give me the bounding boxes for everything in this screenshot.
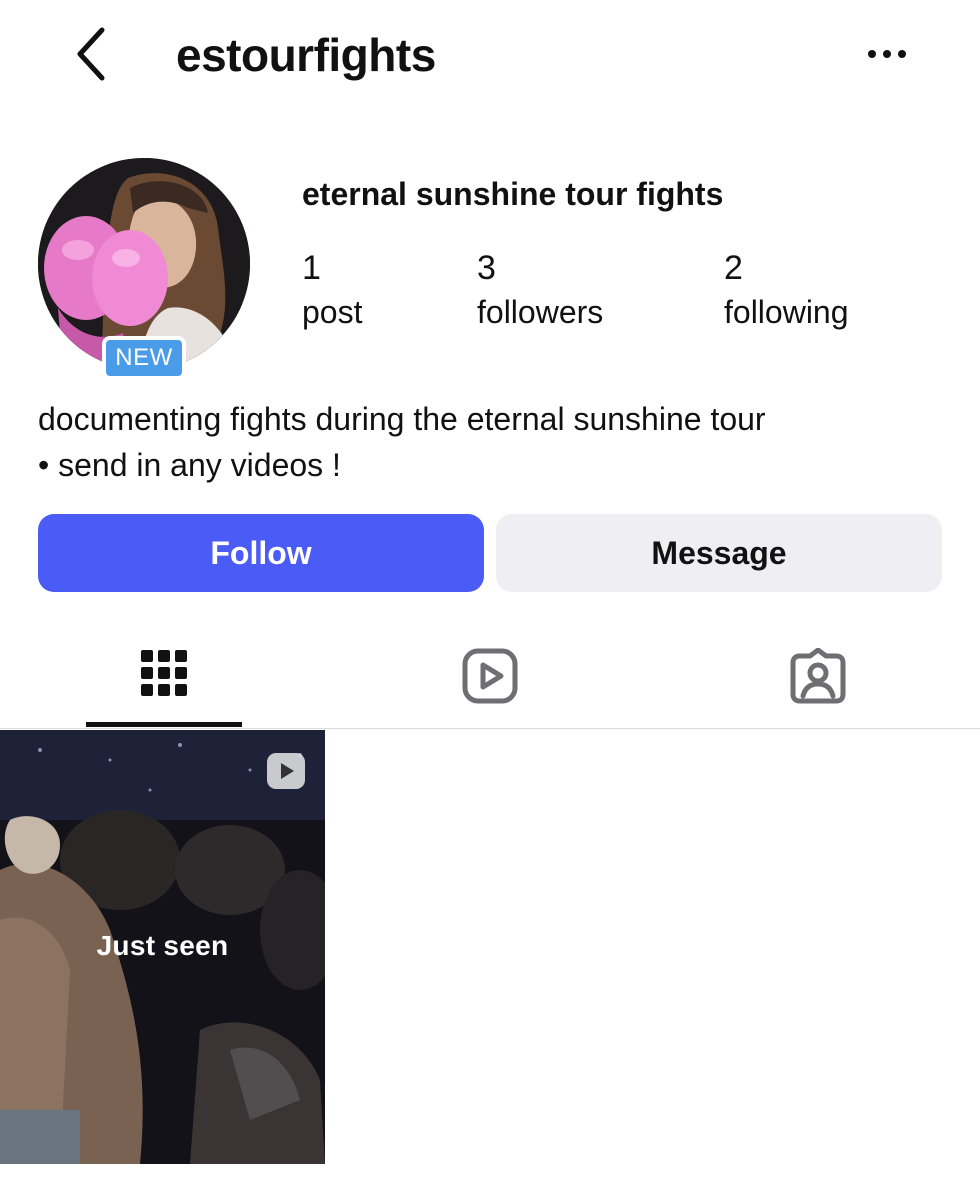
follow-button[interactable]: Follow <box>38 514 484 592</box>
profile-display-name: eternal sunshine tour fights <box>302 176 724 212</box>
tab-tagged[interactable] <box>764 640 872 728</box>
active-tab-indicator <box>86 722 242 727</box>
top-bar: estourfights <box>0 0 980 110</box>
bio-line: documenting fights during the eternal su… <box>38 401 766 437</box>
just-seen-label: Just seen <box>96 930 229 961</box>
tab-reels[interactable] <box>436 640 544 728</box>
profile-bio: documenting fights during the eternal su… <box>38 396 938 488</box>
tab-posts-grid[interactable] <box>86 640 242 728</box>
new-badge: NEW <box>102 336 186 380</box>
reel-type-icon <box>267 753 305 789</box>
profile-page: estourfights NEW eternal sunshine tour f… <box>0 0 980 1200</box>
message-button[interactable]: Message <box>496 514 942 592</box>
tabs-divider <box>0 728 980 729</box>
back-button[interactable] <box>66 24 118 84</box>
more-horizontal-icon <box>868 50 906 58</box>
stat-following-count: 2 <box>724 249 743 287</box>
reels-icon <box>462 648 518 704</box>
stat-posts-label: post <box>302 294 363 330</box>
grid-icon <box>141 650 187 696</box>
profile-username-title: estourfights <box>176 29 436 81</box>
stat-following[interactable]: 2 following <box>724 248 849 332</box>
stat-posts[interactable]: 1 post <box>302 248 362 332</box>
tagged-icon <box>790 648 846 704</box>
stat-posts-count: 1 <box>302 249 321 287</box>
stat-followers-count: 3 <box>477 249 496 287</box>
chevron-left-icon <box>77 27 105 81</box>
bio-line: • send in any videos ! <box>38 447 341 483</box>
stat-followers[interactable]: 3 followers <box>477 248 603 332</box>
more-options-button[interactable] <box>860 34 916 74</box>
stat-following-label: following <box>724 294 849 330</box>
stat-followers-label: followers <box>477 294 604 330</box>
